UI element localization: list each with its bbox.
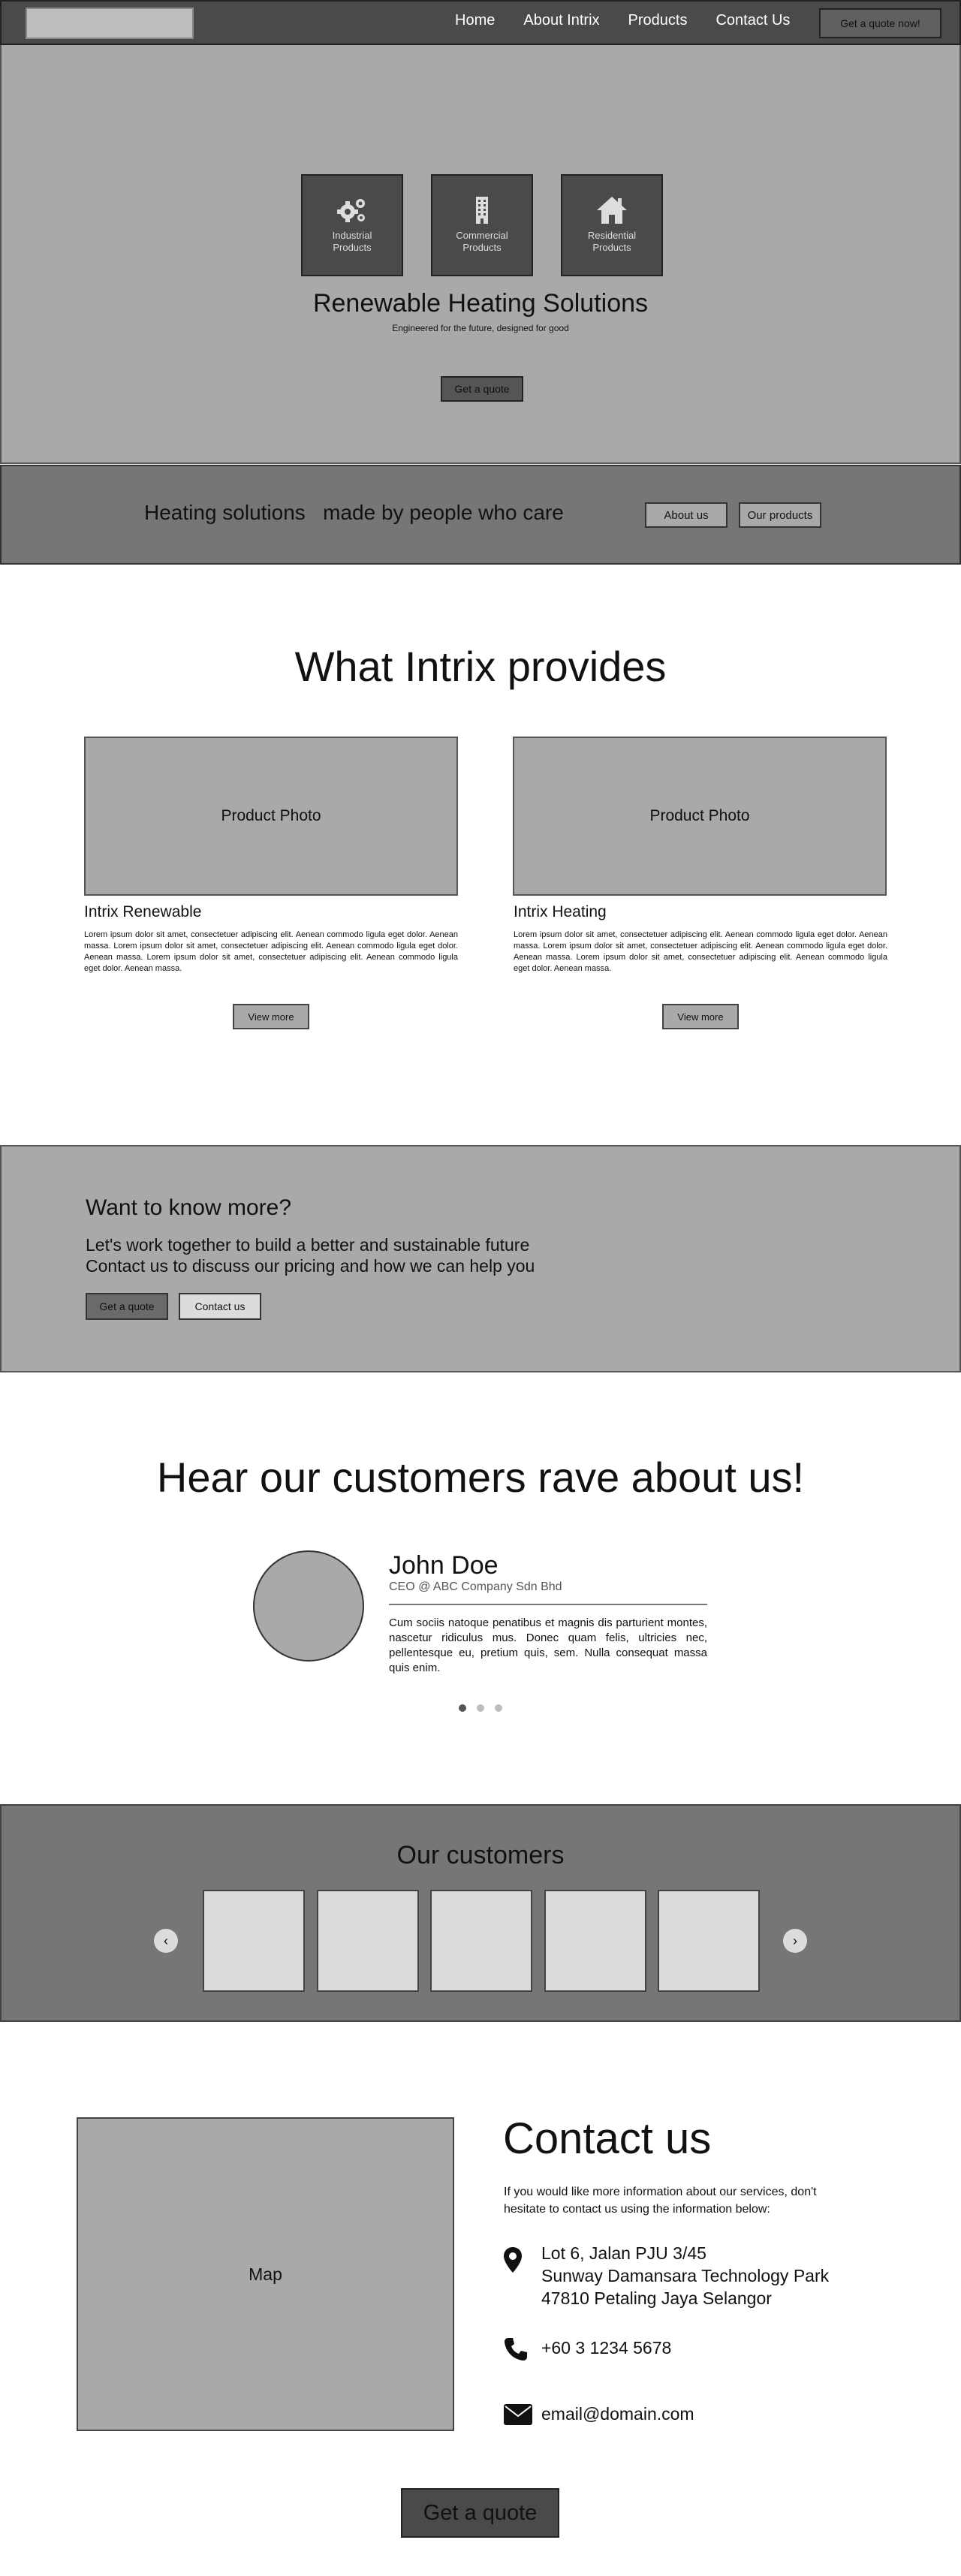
contact-intro: If you would like more information about… — [504, 2186, 817, 2216]
avatar — [253, 1550, 364, 1662]
chevron-right-icon[interactable]: › — [783, 1929, 807, 1953]
address-line: 47810 Petaling Jaya Selangor — [541, 2288, 772, 2308]
know-more-line: Contact us to discuss our pricing and ho… — [86, 1256, 535, 1276]
envelope-icon — [504, 2404, 532, 2425]
testimonial-role: CEO @ ABC Company Sdn Bhd — [389, 1580, 562, 1593]
know-more-line: Let's work together to build a better an… — [86, 1235, 530, 1255]
customers-title: Our customers — [396, 1841, 565, 1869]
carousel-dot-active[interactable] — [459, 1704, 466, 1712]
testimonial-name: John Doe — [389, 1551, 499, 1580]
customer-logo — [544, 1890, 646, 1992]
hero-subtitle: Engineered for the future, designed for … — [392, 323, 569, 333]
map-placeholder[interactable]: Map — [77, 2117, 454, 2431]
category-label: Residential Products — [587, 230, 637, 253]
category-label: Industrial Products — [332, 230, 372, 253]
customer-logo — [203, 1890, 305, 1992]
product-name: Intrix Renewable — [84, 903, 202, 920]
nav-link-contact[interactable]: Contact Us — [715, 12, 790, 29]
product-photo: Product Photo — [84, 737, 458, 896]
customer-logo — [658, 1890, 760, 1992]
location-pin-icon — [504, 2247, 522, 2273]
product-description: Lorem ipsum dolor sit amet, consectetuer… — [514, 930, 887, 973]
phone-number[interactable]: +60 3 1234 5678 — [541, 2336, 671, 2359]
section-title-provides: What Intrix provides — [294, 643, 667, 690]
nav-link-home[interactable]: Home — [455, 12, 495, 29]
know-more-quote-button[interactable]: Get a quote — [86, 1293, 168, 1320]
product-name: Intrix Heating — [514, 903, 607, 920]
house-icon — [597, 197, 627, 224]
contact-title: Contact us — [503, 2114, 712, 2163]
carousel-dot[interactable] — [477, 1704, 484, 1712]
phone-icon — [505, 2338, 527, 2361]
tagline-text: Heating solutions made by people who car… — [144, 501, 564, 524]
nav-links: Home About Intrix Products Contact Us — [455, 12, 818, 29]
category-industrial[interactable]: Industrial Products — [301, 174, 403, 276]
chevron-left-icon[interactable]: ‹ — [154, 1929, 178, 1953]
building-icon — [476, 197, 488, 224]
carousel-dot[interactable] — [495, 1704, 502, 1712]
hero-get-quote-button[interactable]: Get a quote — [441, 376, 523, 402]
nav-link-products[interactable]: Products — [628, 12, 688, 29]
logo-placeholder[interactable] — [26, 8, 194, 39]
tagline-strip: Heating solutions made by people who car… — [0, 465, 961, 565]
section-title-testimonials: Hear our customers rave about us! — [156, 1454, 805, 1501]
product-photo: Product Photo — [513, 737, 887, 896]
customer-logo — [430, 1890, 532, 1992]
divider — [389, 1604, 707, 1605]
customer-logo — [317, 1890, 419, 1992]
product-description: Lorem ipsum dolor sit amet, consectetuer… — [84, 930, 458, 973]
address-line: Sunway Damansara Technology Park — [541, 2266, 830, 2285]
about-us-button[interactable]: About us — [645, 502, 728, 528]
customers-section: Our customers ‹ › — [0, 1804, 961, 2022]
category-label: Commercial Products — [456, 230, 508, 253]
gears-icon — [337, 199, 365, 222]
know-more-title: Want to know more? — [86, 1195, 291, 1220]
email-address[interactable]: email@domain.com — [541, 2403, 694, 2425]
hero-section: Industrial Products Commercial Products … — [0, 45, 961, 464]
view-more-button[interactable]: View more — [233, 1004, 309, 1029]
hero-title: Renewable Heating Solutions — [312, 289, 649, 318]
know-more-contact-button[interactable]: Contact us — [179, 1293, 261, 1320]
bottom-get-quote-button[interactable]: Get a quote — [401, 2488, 559, 2538]
know-more-section: Want to know more? Let's work together t… — [0, 1145, 961, 1372]
testimonial-quote: Cum sociis natoque penatibus et magnis d… — [389, 1616, 707, 1674]
address-line: Lot 6, Jalan PJU 3/45 — [541, 2243, 706, 2263]
view-more-button[interactable]: View more — [662, 1004, 739, 1029]
get-quote-now-button[interactable]: Get a quote now! — [819, 8, 941, 38]
top-navbar: Home About Intrix Products Contact Us Ge… — [0, 0, 961, 45]
nav-link-about[interactable]: About Intrix — [523, 12, 599, 29]
our-products-button[interactable]: Our products — [739, 502, 821, 528]
category-commercial[interactable]: Commercial Products — [431, 174, 533, 276]
category-residential[interactable]: Residential Products — [561, 174, 663, 276]
